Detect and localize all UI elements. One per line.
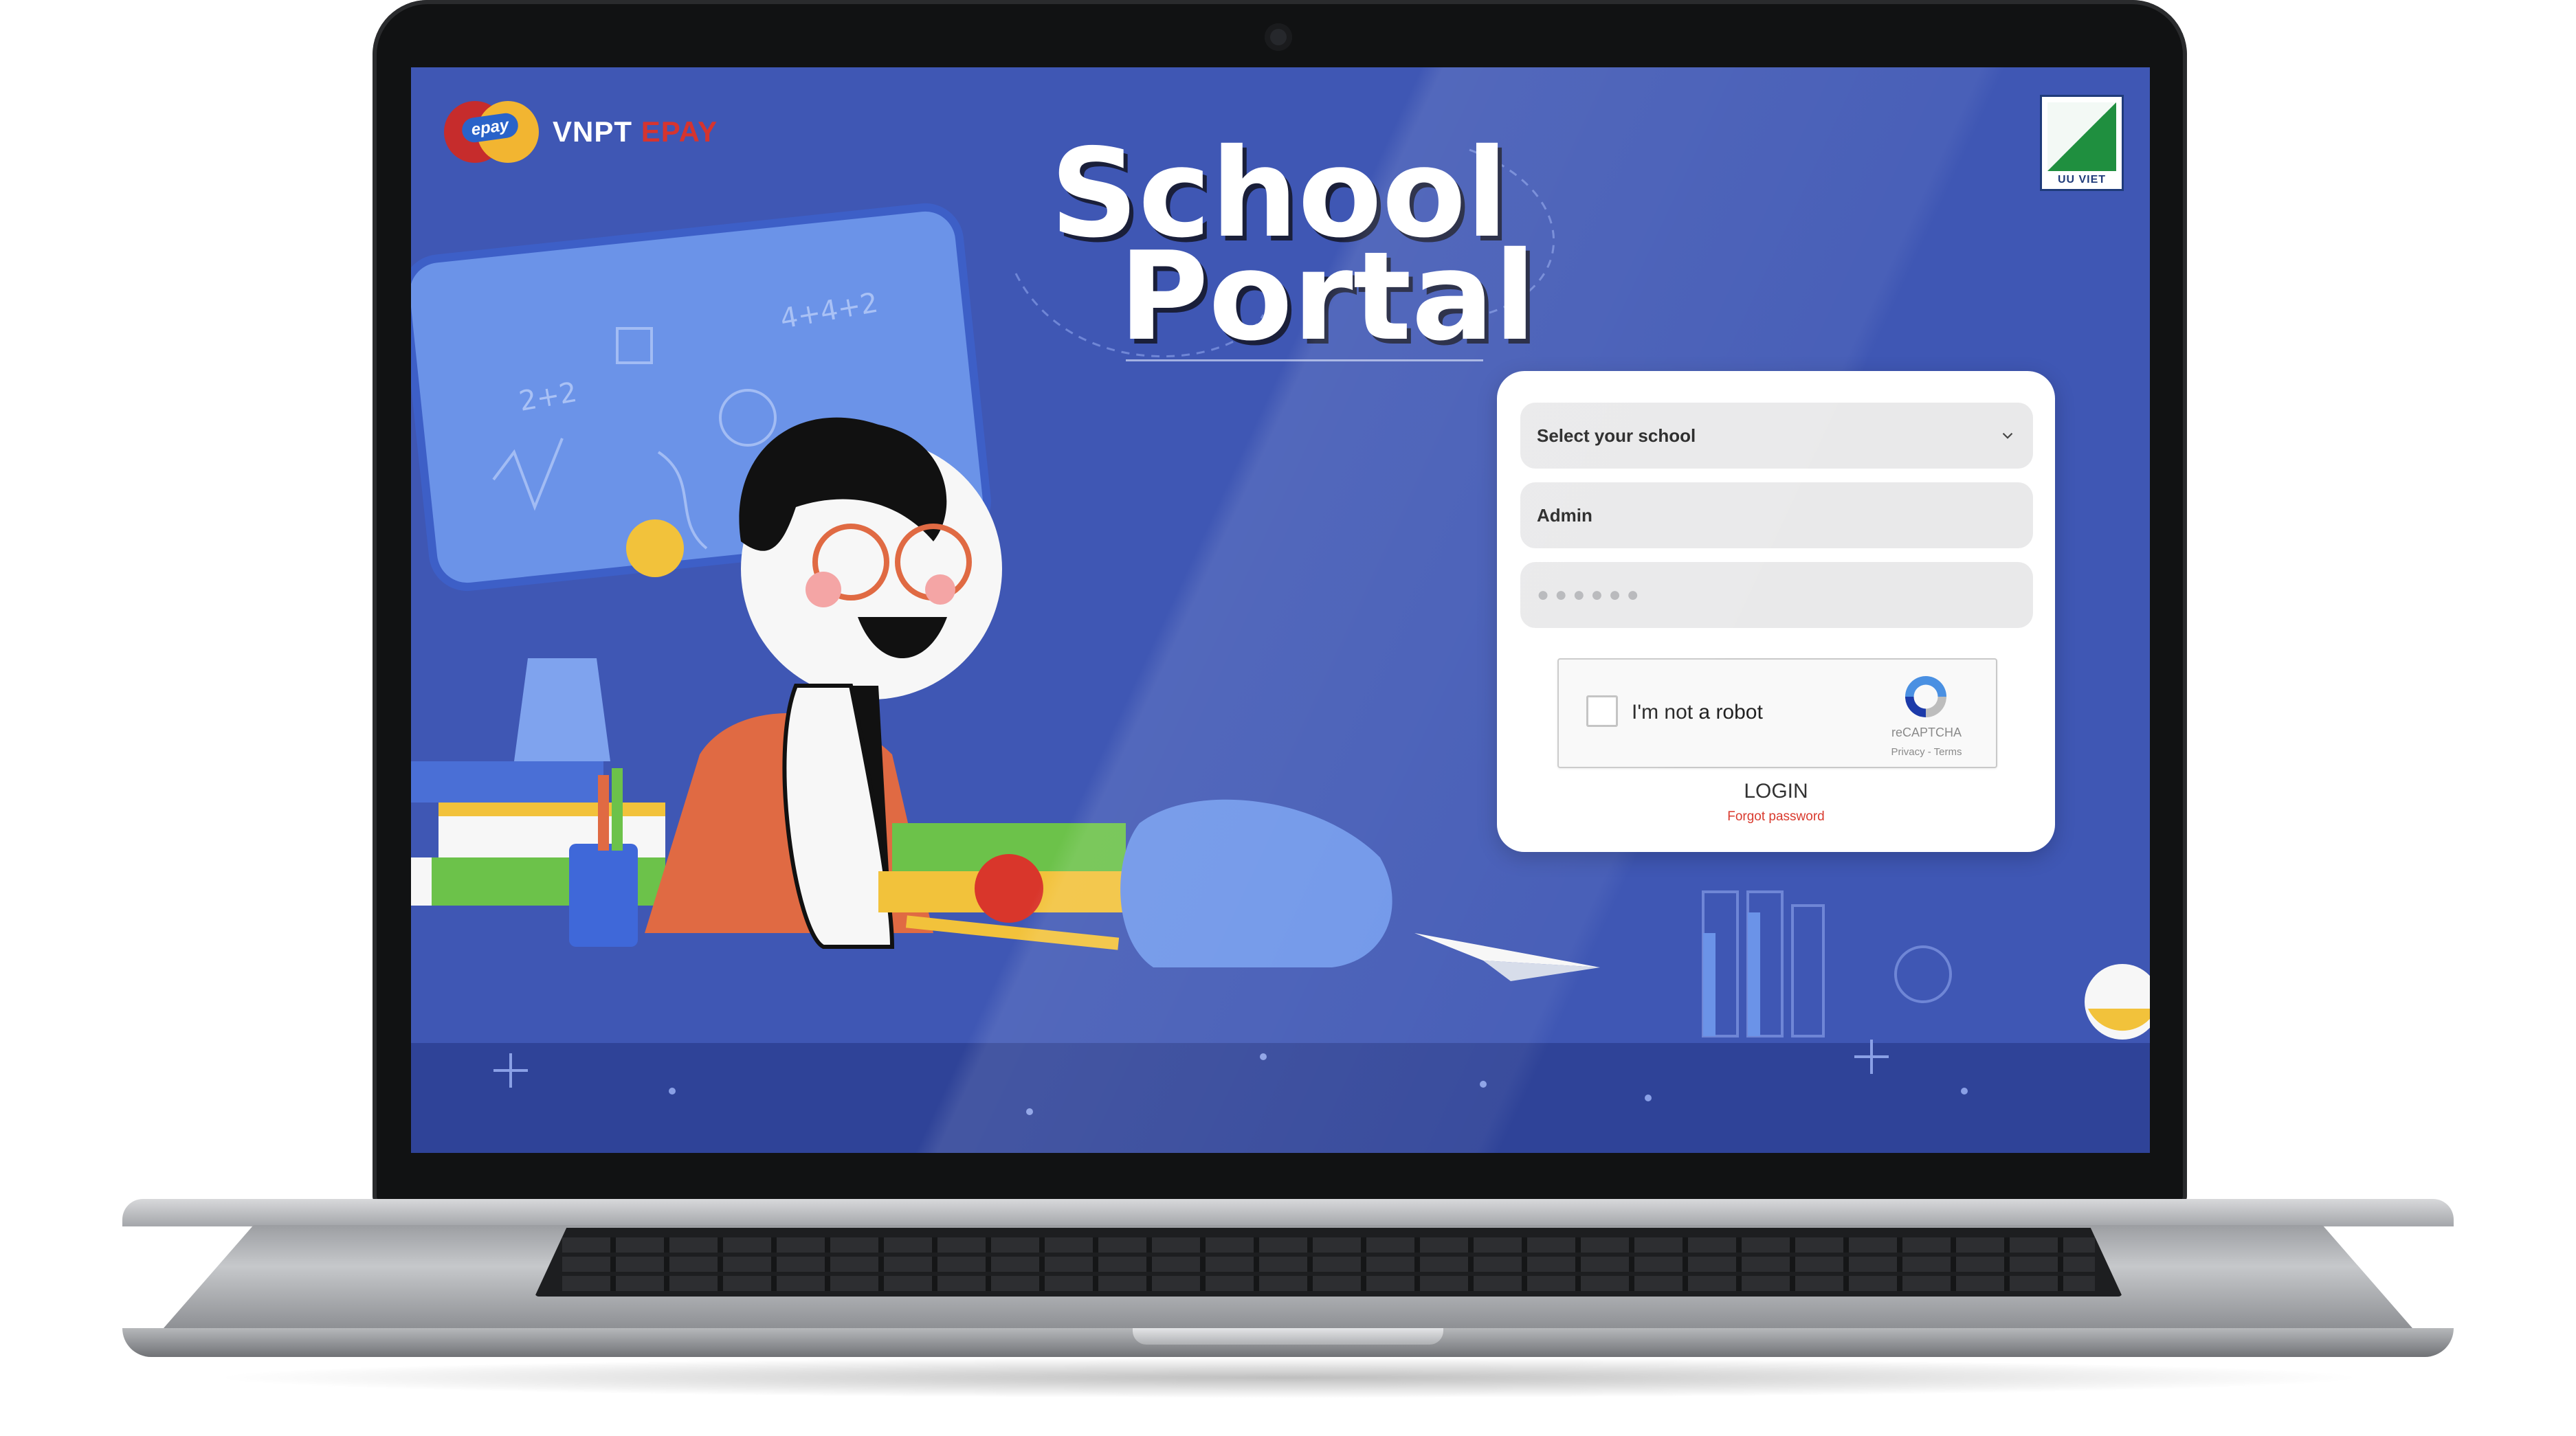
- password-field[interactable]: ●●●●●●: [1520, 562, 2033, 628]
- chevron-down-icon: [2002, 432, 2013, 439]
- keyboard: [535, 1228, 2122, 1297]
- login-card: Select your school Admin ●●●●●● I'm not …: [1497, 371, 2055, 852]
- keyboard-row: [562, 1257, 2095, 1272]
- brand-name-suffix: EPAY: [641, 115, 718, 148]
- page-title-line2: Portal: [1119, 225, 1536, 368]
- recaptcha-widget: I'm not a robot reCAPTCHA Privacy - Term…: [1557, 658, 1997, 768]
- forgot-password-link[interactable]: Forgot password: [1707, 809, 1845, 824]
- recaptcha-checkbox[interactable]: [1586, 695, 1618, 727]
- laptop-deck: [164, 1225, 2412, 1328]
- login-button[interactable]: LOGIN: [1707, 776, 1845, 807]
- uuviet-logo-icon: UU VIET: [2040, 95, 2124, 191]
- recaptcha-label: I'm not a robot: [1632, 701, 1763, 723]
- recaptcha-icon: [1905, 676, 1946, 717]
- brand-name: VNPT EPAY: [553, 115, 718, 148]
- recaptcha-brand: reCAPTCHA: [1891, 726, 1962, 739]
- laptop-hinge: [122, 1199, 2454, 1226]
- username-value: Admin: [1537, 504, 1592, 526]
- school-select[interactable]: Select your school: [1520, 403, 2033, 469]
- school-select-placeholder: Select your school: [1537, 425, 1696, 446]
- title-underline: [1126, 359, 1483, 361]
- partner-logo-label: UU VIET: [2057, 174, 2107, 186]
- laptop-base: [122, 1199, 2454, 1371]
- laptop-screen: 4+4+2 2+2 epay VNPT EPAY UU VIET School …: [411, 67, 2150, 1153]
- brand-name-prefix: VNPT: [553, 115, 633, 148]
- vnpt-epay-logo: epay VNPT EPAY: [444, 98, 718, 166]
- recaptcha-links[interactable]: Privacy - Terms: [1875, 746, 1978, 758]
- webcam-icon: [1265, 23, 1292, 51]
- laptop-notch: [1133, 1328, 1443, 1345]
- username-field[interactable]: Admin: [1520, 482, 2033, 548]
- keyboard-row: [562, 1237, 2095, 1253]
- epay-logo-icon: epay: [444, 98, 547, 166]
- password-mask: ●●●●●●: [1537, 583, 1645, 606]
- keyboard-row: [562, 1276, 2095, 1291]
